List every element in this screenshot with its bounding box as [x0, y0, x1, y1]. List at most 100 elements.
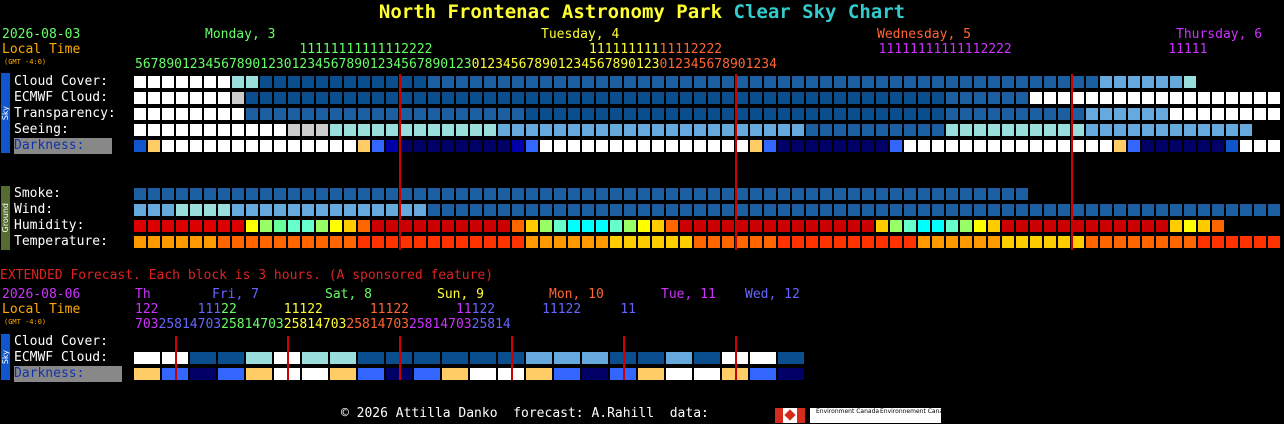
temperature-block	[218, 236, 230, 248]
humidity-label[interactable]: Humidity:	[14, 218, 84, 234]
ext-cloud-block	[582, 352, 608, 364]
ecmwf-cloud-block	[400, 92, 412, 104]
transparency-block	[582, 108, 594, 120]
seeing-block	[484, 124, 496, 136]
title-chart-name: Clear Sky Chart	[733, 1, 906, 23]
seeing-block	[288, 124, 300, 136]
ext-darkness-block	[582, 368, 608, 380]
seeing-block	[862, 124, 874, 136]
darkness-block	[1100, 140, 1112, 152]
transparency-block	[680, 108, 692, 120]
ecmwf-cloud-block	[148, 92, 160, 104]
ext-cloud-block	[218, 352, 244, 364]
humidity-block	[1170, 220, 1182, 232]
header-gmt: (GMT -4:0)	[4, 58, 47, 66]
darkness-block	[904, 140, 916, 152]
humidity-block	[764, 220, 776, 232]
darkness-block	[638, 140, 650, 152]
cloud-cover-block	[680, 76, 692, 88]
wind-block	[540, 204, 552, 216]
temperature-block	[204, 236, 216, 248]
ecmwf-cloud-block	[1254, 92, 1266, 104]
temperature-block	[1240, 236, 1252, 248]
ecmwf-cloud-block	[344, 92, 356, 104]
transparency-block	[876, 108, 888, 120]
ecmwf-cloud-block	[1212, 92, 1224, 104]
seeing-block	[470, 124, 482, 136]
temperature-block	[1254, 236, 1266, 248]
ext-darkness-label[interactable]: Darkness:	[14, 366, 122, 382]
humidity-block	[806, 220, 818, 232]
environment-canada-logo[interactable]: Environment Canada Environnement Canada	[810, 408, 951, 423]
transparency-block	[1100, 108, 1112, 120]
ext-ecmwf-cloud-label[interactable]: ECMWF Cloud:	[14, 350, 108, 366]
seeing-block	[1044, 124, 1056, 136]
transparency-block	[1058, 108, 1070, 120]
wind-block	[512, 204, 524, 216]
wind-block	[1268, 204, 1280, 216]
smoke-block	[386, 188, 398, 200]
ecmwf-cloud-block	[596, 92, 608, 104]
extended-gmt: (GMT -4:0)	[4, 318, 47, 326]
ecmwf-cloud-block	[736, 92, 748, 104]
ecmwf-cloud-block	[1086, 92, 1098, 104]
seeing-block	[400, 124, 412, 136]
darkness-block	[1114, 140, 1126, 152]
ecmwf-cloud-block	[974, 92, 986, 104]
humidity-block	[1072, 220, 1084, 232]
cloud-cover-block	[1086, 76, 1098, 88]
ecmwf-cloud-block	[330, 92, 342, 104]
cloud-cover-block	[1156, 76, 1168, 88]
ecmwf-cloud-block	[848, 92, 860, 104]
ext-line-2	[287, 336, 289, 380]
temperature-block	[1016, 236, 1028, 248]
smoke-block	[960, 188, 972, 200]
smoke-block	[764, 188, 776, 200]
seeing-block	[918, 124, 930, 136]
wind-label[interactable]: Wind:	[14, 202, 53, 218]
temperature-label[interactable]: Temperature:	[14, 234, 108, 250]
humidity-block	[414, 220, 426, 232]
humidity-block	[918, 220, 930, 232]
seeing-label[interactable]: Seeing:	[14, 122, 69, 138]
cloud-cover-label[interactable]: Cloud Cover:	[14, 74, 108, 90]
darkness-block	[344, 140, 356, 152]
humidity-block	[1114, 220, 1126, 232]
temperature-block	[176, 236, 188, 248]
cloud-cover-block	[960, 76, 972, 88]
transparency-row	[134, 108, 1282, 120]
smoke-label[interactable]: Smoke:	[14, 186, 61, 202]
ecmwf-cloud-label[interactable]: ECMWF Cloud:	[14, 90, 108, 106]
transparency-label[interactable]: Transparency:	[14, 106, 116, 122]
cloud-cover-block	[246, 76, 258, 88]
humidity-block	[610, 220, 622, 232]
darkness-block	[260, 140, 272, 152]
darkness-block	[960, 140, 972, 152]
seeing-block	[820, 124, 832, 136]
wind-block	[946, 204, 958, 216]
cloud-cover-block	[316, 76, 328, 88]
seeing-block	[1184, 124, 1196, 136]
transparency-block	[1212, 108, 1224, 120]
ecmwf-cloud-block	[750, 92, 762, 104]
ext-cloud-block	[778, 352, 804, 364]
ext-darkness-block	[302, 368, 328, 380]
cloud-cover-block	[848, 76, 860, 88]
darkness-block	[806, 140, 818, 152]
wind-block	[652, 204, 664, 216]
darkness-label[interactable]: Darkness:	[14, 138, 112, 154]
wind-block	[1086, 204, 1098, 216]
wind-block	[288, 204, 300, 216]
wind-block	[792, 204, 804, 216]
darkness-block	[708, 140, 720, 152]
extended-notice[interactable]: EXTENDED Forecast. Each block is 3 hours…	[0, 268, 493, 284]
cloud-cover-block	[526, 76, 538, 88]
cloud-cover-block	[162, 76, 174, 88]
cloud-cover-block	[218, 76, 230, 88]
darkness-block	[232, 140, 244, 152]
ext-cloud-cover-label[interactable]: Cloud Cover:	[14, 334, 108, 350]
darkness-block	[470, 140, 482, 152]
smoke-block	[918, 188, 930, 200]
ext-day-th: Th	[135, 287, 151, 302]
cloud-cover-block	[1184, 76, 1196, 88]
